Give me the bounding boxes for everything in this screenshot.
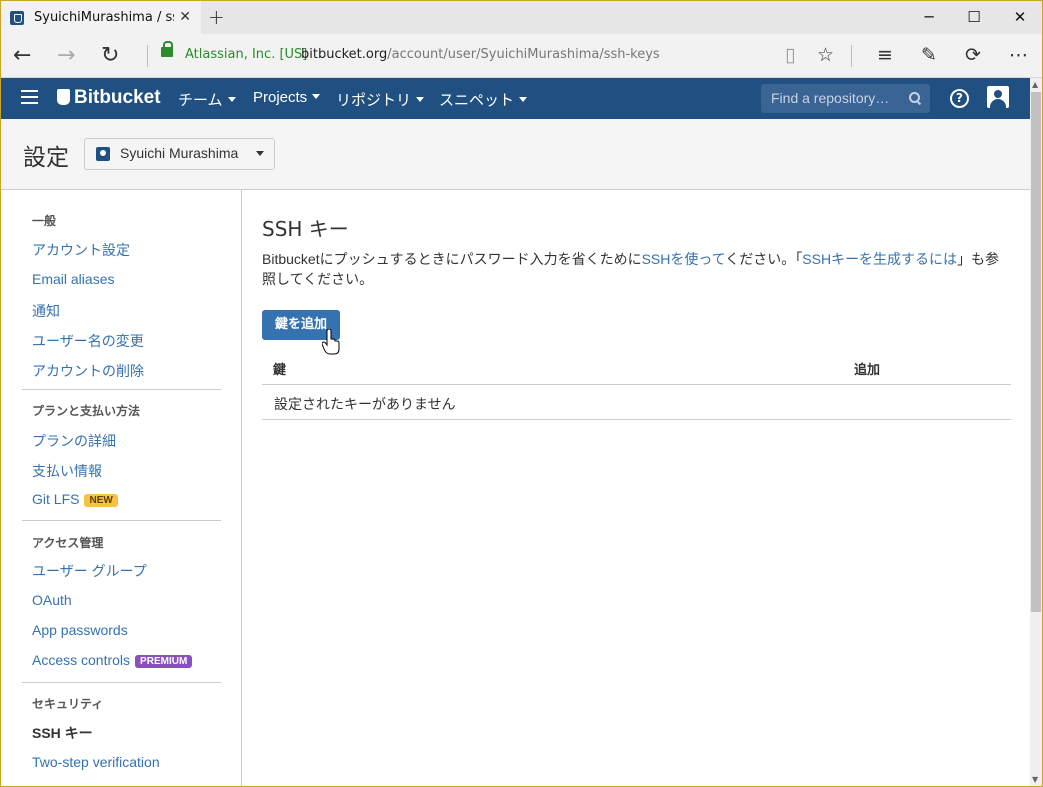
help-icon[interactable]: ? [950, 89, 969, 108]
search-input[interactable] [771, 90, 901, 106]
section-general-title: 一般 [32, 214, 57, 228]
reading-view-icon[interactable]: ▯ [785, 44, 795, 66]
nav-repositories-label: リポジトリ [336, 92, 412, 109]
section-access-title: アクセス管理 [32, 536, 104, 550]
close-tab-icon[interactable]: ✕ [179, 9, 191, 25]
nav-projects-label: Projects [253, 89, 308, 106]
sidebar-item-change-username[interactable]: ユーザー名の変更 [32, 331, 144, 351]
nav-teams-label: チーム [178, 92, 223, 109]
column-header-key: 鍵 [273, 363, 287, 378]
chevron-down-icon [227, 97, 236, 102]
nav-snippets[interactable]: スニペット [439, 89, 528, 110]
search-icon[interactable] [909, 92, 920, 103]
account-name: Syuichi Murashima [120, 145, 239, 161]
sidebar-item-plan-details[interactable]: プランの詳細 [32, 431, 116, 451]
nav-teams[interactable]: チーム [178, 89, 236, 110]
more-icon[interactable]: ⋯ [1009, 44, 1028, 66]
desc-text-2: ください。「 [725, 251, 803, 267]
bucket-icon [57, 89, 70, 105]
use-ssh-link[interactable]: SSHを使って [642, 251, 726, 267]
address-bar: ← → ↻ Atlassian, Inc. [US] bitbucket.org… [1, 34, 1042, 78]
back-icon[interactable]: ← [13, 43, 31, 68]
nav-repositories[interactable]: リポジトリ [336, 89, 425, 110]
maximize-icon[interactable]: ☐ [951, 1, 997, 34]
logo-text: Bitbucket [74, 87, 161, 108]
browser-tab[interactable]: SyuichiMurashima / ssh ✕ [1, 1, 201, 34]
sidebar-item-ssh-keys[interactable]: SSH キー [32, 723, 93, 743]
forward-icon[interactable]: → [57, 43, 75, 68]
close-window-icon[interactable]: ✕ [997, 1, 1042, 34]
repository-search [761, 84, 930, 113]
settings-header: 設定 Syuichi Murashima [1, 119, 1030, 190]
scroll-down-icon[interactable]: ▼ [1032, 775, 1038, 784]
sidebar-item-user-groups[interactable]: ユーザー グループ [32, 561, 147, 581]
generate-ssh-key-link[interactable]: SSHキーを生成するには [802, 251, 957, 267]
column-header-added: 追加 [854, 363, 881, 378]
web-note-icon[interactable]: ✎ [921, 44, 937, 66]
premium-badge: PREMIUM [135, 655, 193, 668]
url-host: bitbucket.org [301, 47, 388, 62]
row-divider [262, 419, 1011, 420]
settings-sidebar: 一般 アカウント設定 Email aliases 通知 ユーザー名の変更 アカウ… [1, 190, 242, 786]
certificate-label[interactable]: Atlassian, Inc. [US] [185, 47, 307, 62]
scrollbar-thumb[interactable] [1031, 92, 1041, 612]
sidebar-item-account-settings[interactable]: アカウント設定 [32, 240, 130, 260]
sidebar-item-git-lfs[interactable]: Git LFS NEW [32, 491, 118, 507]
section-title: SSH キー [262, 217, 349, 241]
desc-text-1: Bitbucketにプッシュするときにパスワード入力を省くために [262, 251, 642, 267]
refresh-icon[interactable]: ↻ [101, 43, 119, 68]
git-lfs-label: Git LFS [32, 491, 80, 507]
separator [851, 45, 852, 67]
divider [22, 682, 221, 683]
description: Bitbucketにプッシュするときにパスワード入力を省くためにSSHを使ってく… [262, 249, 1012, 289]
user-avatar[interactable] [987, 86, 1009, 108]
minimize-icon[interactable]: ─ [906, 1, 952, 34]
browser-window: SyuichiMurashima / ssh ✕ + ─ ☐ ✕ ← → ↻ A… [0, 0, 1043, 787]
lock-icon[interactable] [161, 41, 173, 57]
page-title: 設定 [23, 145, 69, 171]
page-scrollbar[interactable]: ▲ ▼ [1030, 78, 1042, 786]
hand-cursor-icon [322, 329, 340, 355]
bitbucket-header: Bitbucket チーム Projects リポジトリ スニペット ? [1, 78, 1030, 119]
bitbucket-logo[interactable]: Bitbucket [57, 87, 161, 109]
scroll-up-icon[interactable]: ▲ [1032, 80, 1038, 89]
new-tab-icon[interactable]: + [208, 5, 225, 29]
sidebar-item-billing[interactable]: 支払い情報 [32, 461, 102, 481]
sidebar-item-notifications[interactable]: 通知 [32, 301, 60, 321]
user-avatar-icon [96, 147, 110, 161]
share-icon[interactable]: ⟳ [965, 44, 981, 66]
sidebar-item-app-passwords[interactable]: App passwords [32, 622, 128, 638]
sidebar-item-two-step-verification[interactable]: Two-step verification [32, 754, 160, 770]
tab-title: SyuichiMurashima / ssh [34, 10, 174, 25]
chevron-down-icon [416, 97, 425, 102]
chevron-down-icon [312, 94, 321, 99]
sidebar-item-email-aliases[interactable]: Email aliases [32, 271, 114, 287]
tab-bar: SyuichiMurashima / ssh ✕ + ─ ☐ ✕ [1, 1, 1042, 34]
sidebar-item-delete-account[interactable]: アカウントの削除 [32, 361, 144, 381]
divider [22, 520, 221, 521]
nav-projects[interactable]: Projects [253, 89, 321, 106]
bitbucket-favicon-icon [10, 10, 24, 25]
url-field[interactable]: bitbucket.org/account/user/SyuichiMurash… [301, 47, 660, 62]
sidebar-item-oauth[interactable]: OAuth [32, 592, 72, 608]
url-path: /account/user/SyuichiMurashima/ssh-keys [387, 47, 660, 62]
empty-message: 設定されたキーがありません [274, 396, 456, 412]
menu-icon[interactable] [21, 90, 38, 104]
section-plan-title: プランと支払い方法 [32, 404, 141, 418]
header-divider [262, 384, 1011, 385]
favorite-star-icon[interactable]: ☆ [817, 44, 834, 66]
account-selector[interactable]: Syuichi Murashima [84, 138, 275, 170]
access-controls-label: Access controls [32, 652, 131, 668]
hub-icon[interactable]: ≡ [877, 44, 893, 66]
new-badge: NEW [84, 494, 118, 507]
section-security-title: セキュリティ [32, 697, 104, 711]
nav-snippets-label: スニペット [439, 92, 515, 109]
separator [147, 45, 148, 67]
chevron-down-icon [256, 151, 264, 156]
sidebar-item-access-controls[interactable]: Access controls PREMIUM [32, 652, 193, 668]
divider [22, 389, 221, 390]
chevron-down-icon [519, 97, 528, 102]
